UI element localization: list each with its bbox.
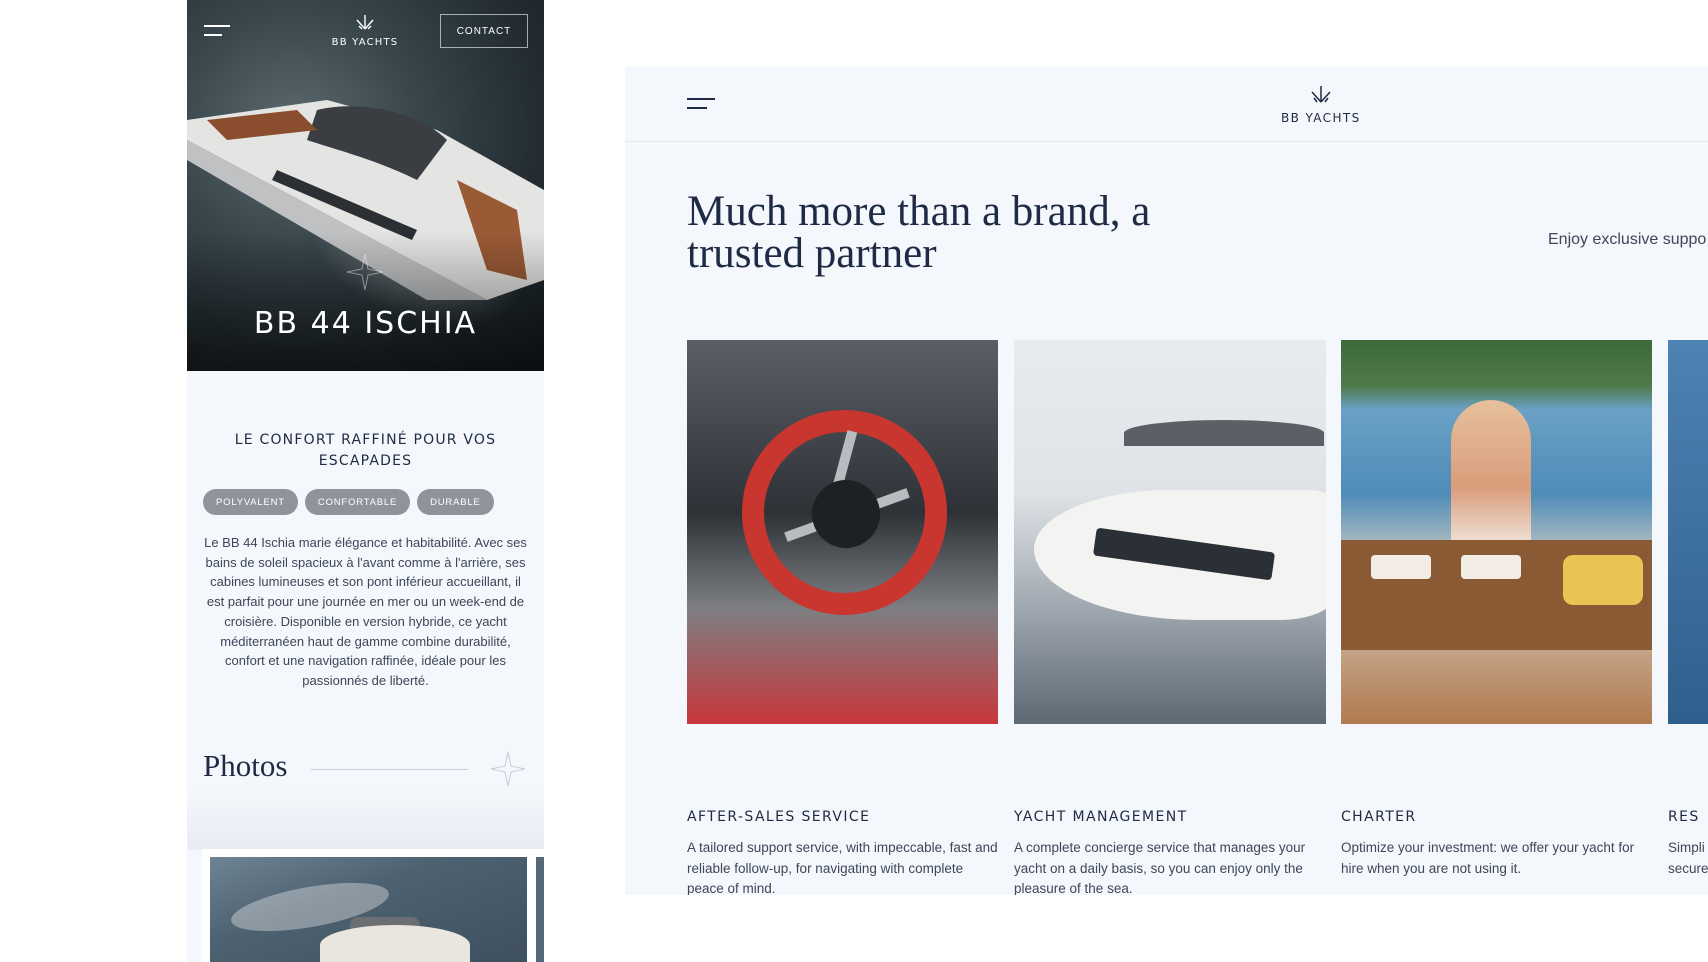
compass-star-icon [346,253,384,291]
logo-mark-icon [305,14,425,33]
yacht-management-image[interactable] [1014,340,1326,724]
tag-confortable: CONFORTABLE [304,489,411,515]
card-text-after-sales: A tailored support service, with impecca… [687,840,998,895]
card-text-resale: Simpli secure [1668,840,1708,876]
gallery-photo[interactable] [210,857,527,962]
card-text-yacht-management: A complete concierge service that manage… [1014,840,1306,895]
hero-title: BB 44 ISCHIA [253,306,478,341]
mobile-hero: BB YACHTS CONTACT BB 44 ISCHIA [187,0,544,371]
menu-icon[interactable] [204,22,230,38]
section-heading: Much more than a brand, a trusted partne… [687,188,1151,277]
resale-image[interactable] [1668,340,1708,724]
charter-image[interactable] [1341,340,1652,724]
brand-name: BB YACHTS [331,37,399,48]
heading-divider [311,769,468,770]
menu-icon[interactable] [687,95,715,111]
compass-star-icon [490,751,526,787]
mobile-mockup: BB YACHTS CONTACT BB 44 ISCHIA LE CONFOR… [187,0,544,962]
tag-polyvalent: POLYVALENT [203,489,298,515]
section-intro: Enjoy exclusive suppo [1548,231,1707,248]
contact-button[interactable]: CONTACT [440,14,528,48]
description-text: Le BB 44 Ischia marie élégance et habita… [204,535,527,688]
after-sales-image[interactable] [687,340,998,724]
tag-durable: DURABLE [417,489,494,515]
feature-tags: POLYVALENT CONFORTABLE DURABLE [203,489,533,515]
card-text-charter: Optimize your investment: we offer your … [1341,840,1635,876]
photos-heading: Photos [203,748,288,783]
card-title-yacht-management[interactable]: YACHT MANAGEMENT [1014,809,1188,825]
section-fade [187,790,544,850]
card-title-resale[interactable]: RES [1668,809,1700,825]
desktop-logo[interactable]: BB YACHTS [1281,85,1361,125]
card-title-charter[interactable]: CHARTER [1341,809,1417,825]
desktop-header: BB YACHTS [625,67,1708,142]
logo-mark-icon [1281,85,1361,108]
desktop-mockup: BB YACHTS Much more than a brand, a trus… [625,67,1708,895]
gallery-photo-next[interactable] [536,857,544,962]
section-subtitle: LE CONFORT RAFFINÉ POUR VOS ESCAPADES [234,432,497,469]
brand-name: BB YACHTS [1281,111,1361,125]
mobile-logo[interactable]: BB YACHTS [305,14,425,48]
card-title-after-sales[interactable]: AFTER-SALES SERVICE [687,809,870,825]
